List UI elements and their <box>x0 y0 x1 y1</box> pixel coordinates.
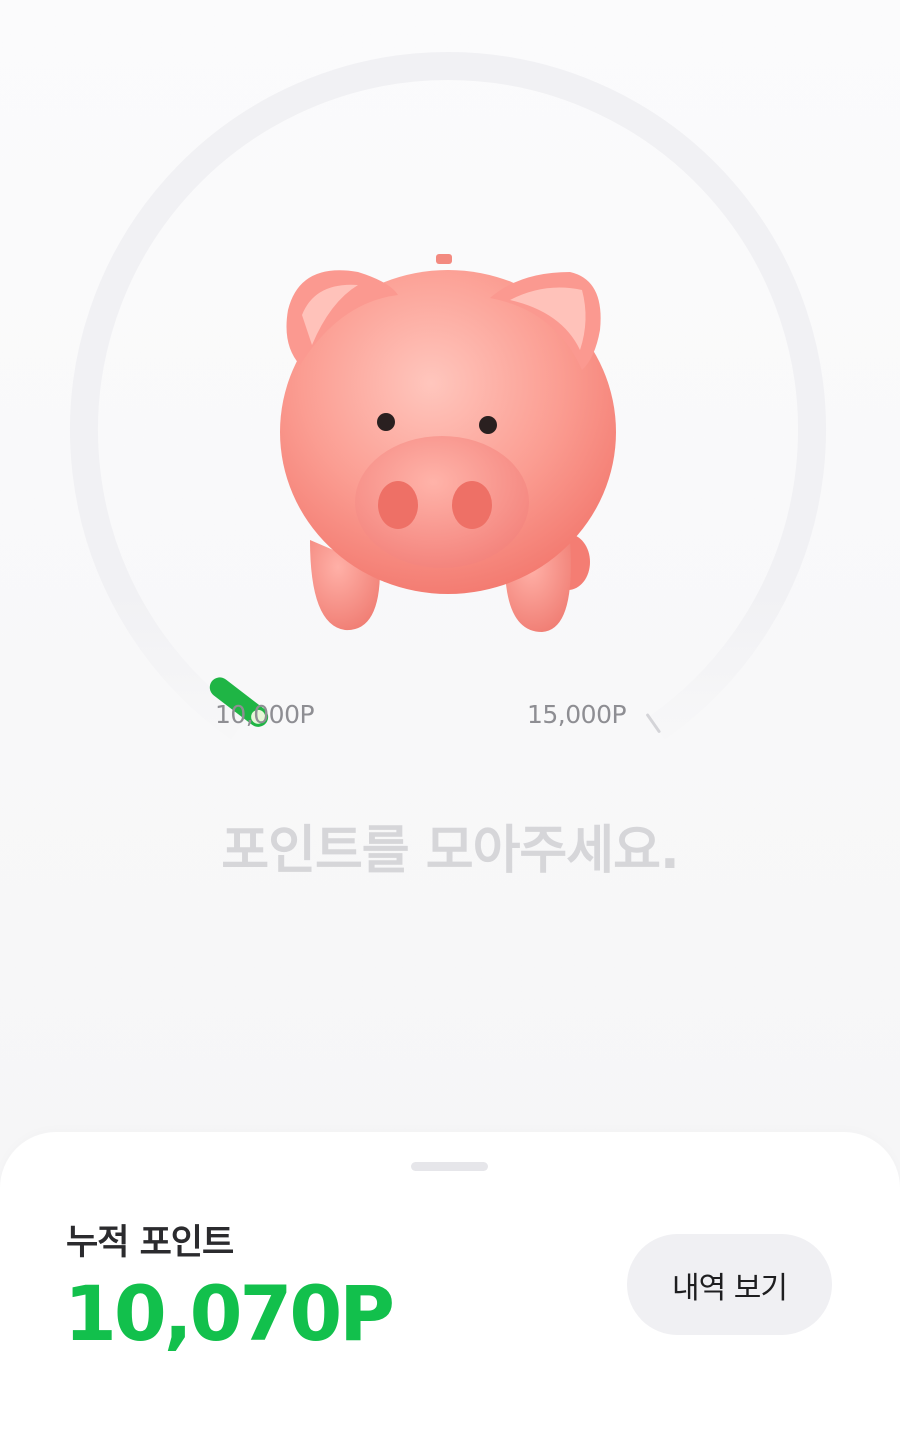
gauge-max-label: 15,000P <box>527 700 627 729</box>
view-history-button[interactable]: 내역 보기 <box>627 1234 832 1335</box>
accumulated-points-value: 10,070P <box>64 1269 395 1358</box>
piggy-bank-icon <box>280 254 616 632</box>
accumulated-points-label: 누적 포인트 <box>66 1223 234 1263</box>
points-gauge: 10,000P 15,000P <box>0 0 900 800</box>
gauge-min-label: 10,000P <box>215 700 315 729</box>
collect-points-message: 포인트를 모아주세요. <box>221 821 679 881</box>
sheet-drag-handle[interactable] <box>411 1162 488 1171</box>
points-bottom-sheet: 누적 포인트 10,070P 내역 보기 <box>0 1132 900 1432</box>
